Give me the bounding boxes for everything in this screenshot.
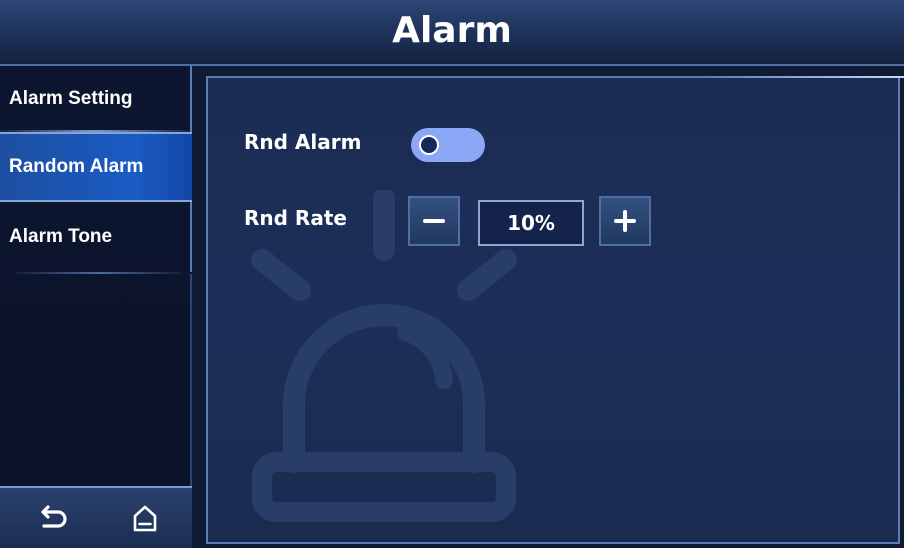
- sidebar-item-alarm-tone[interactable]: Alarm Tone: [0, 202, 192, 272]
- divider: [16, 272, 182, 274]
- settings-panel: Rnd Alarm Rnd Rate 10%: [206, 76, 904, 544]
- title-bar: Alarm: [0, 0, 904, 66]
- sidebar-item-alarm-setting[interactable]: Alarm Setting: [0, 66, 192, 132]
- rnd-rate-value[interactable]: 10%: [478, 200, 584, 246]
- rnd-rate-label: Rnd Rate: [244, 206, 347, 230]
- sidebar-item-random-alarm[interactable]: Random Alarm: [0, 132, 192, 202]
- page-title: Alarm: [392, 10, 512, 51]
- rate-increment-button[interactable]: [599, 196, 651, 246]
- sidebar-item-label: Alarm Tone: [9, 226, 113, 247]
- minus-icon: [423, 219, 445, 223]
- rnd-alarm-label: Rnd Alarm: [244, 130, 362, 154]
- sidebar: Alarm Setting Random Alarm Alarm Tone: [0, 66, 192, 548]
- rate-decrement-button[interactable]: [408, 196, 460, 246]
- home-button[interactable]: [125, 500, 165, 538]
- rnd-alarm-toggle[interactable]: [411, 128, 485, 162]
- back-arrow-icon: [41, 505, 67, 528]
- plus-icon: [614, 210, 636, 232]
- sidebar-item-label: Random Alarm: [9, 156, 144, 177]
- sidebar-item-label: Alarm Setting: [9, 88, 133, 109]
- divider: [190, 274, 192, 486]
- bottom-nav-bar: [0, 486, 192, 548]
- divider: [708, 76, 904, 78]
- toggle-knob: [419, 135, 439, 155]
- back-button[interactable]: [32, 500, 72, 538]
- home-icon: [133, 505, 157, 532]
